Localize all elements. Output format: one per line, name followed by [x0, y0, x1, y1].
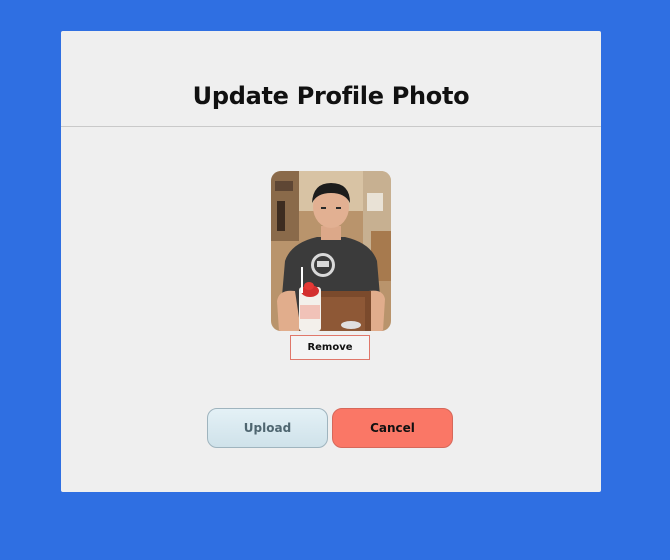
- dialog-title: Update Profile Photo: [192, 82, 470, 110]
- profile-photo: [271, 171, 391, 331]
- dialog-header: Update Profile Photo: [61, 31, 601, 127]
- cancel-button[interactable]: Cancel: [332, 408, 453, 448]
- update-profile-photo-dialog: Update Profile Photo Remove Upload Cance…: [61, 31, 601, 492]
- remove-photo-button[interactable]: Remove: [290, 335, 370, 360]
- upload-button[interactable]: Upload: [207, 408, 328, 448]
- profile-photo-image: [271, 171, 391, 331]
